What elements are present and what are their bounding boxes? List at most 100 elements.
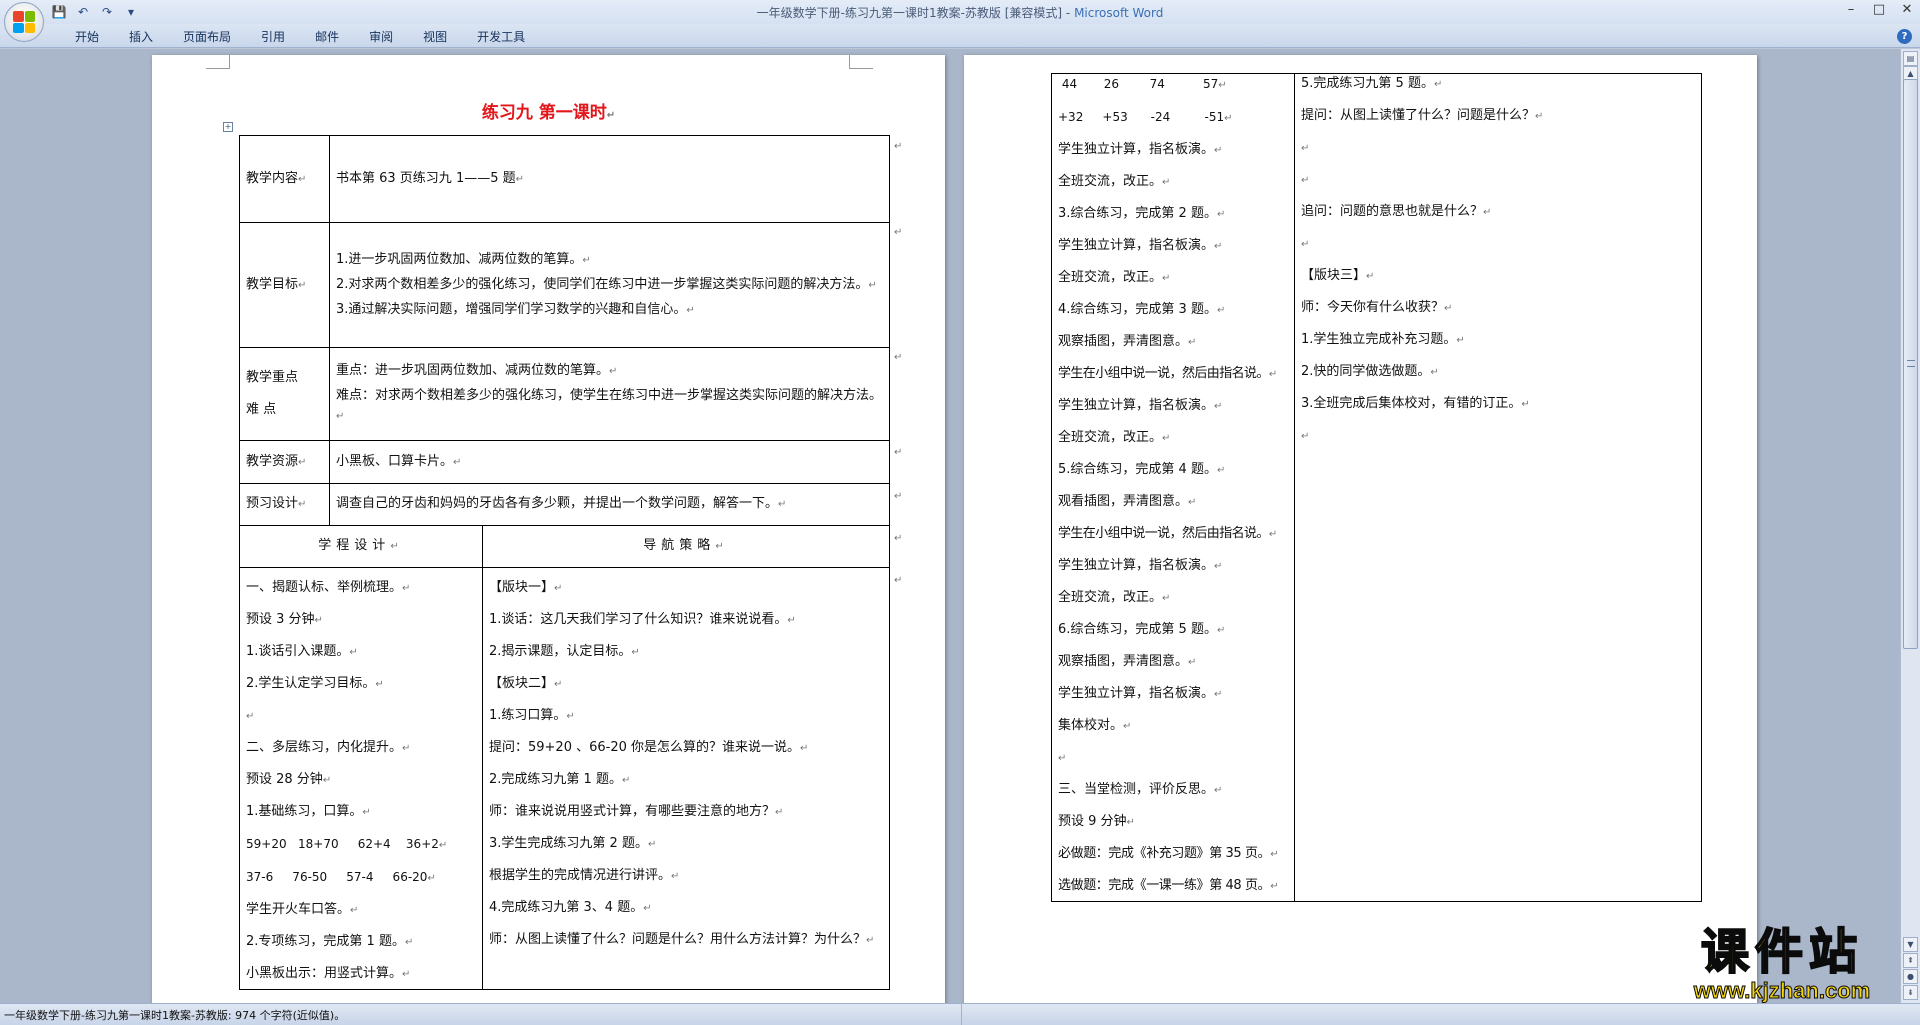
paragraph: 2.学生认定学习目标。↵ — [246, 676, 384, 691]
ruler-toggle-icon[interactable]: ▤ — [1903, 51, 1918, 66]
paragraph: 3.学生完成练习九第 2 题。↵ — [489, 836, 657, 851]
header-learning-design: 学程设计↵ — [239, 525, 483, 568]
header-navigation-strategy: 导航策略↵ — [482, 525, 890, 568]
app-name: Microsoft Word — [1074, 6, 1164, 20]
navigation-strategy-cell[interactable]: 5.完成练习九第 5 题。↵ 提问：从图上读懂了什么？问题是什么？↵ ↵ ↵ 追… — [1294, 73, 1702, 902]
info-value[interactable]: 调查自己的牙齿和妈妈的牙齿各有多少颗，并提出一个数学问题，解答一下。↵ — [329, 483, 890, 526]
paragraph: 观看插图，弄清图意。↵ — [1058, 494, 1197, 509]
ribbon-tabs: 开始 插入 页面布局 引用 邮件 审阅 视图 开发工具 — [60, 29, 540, 45]
paragraph: 学生在小组中说一说，然后由指名说。↵ — [1058, 366, 1277, 381]
info-row-preview: 预习设计↵ 调查自己的牙齿和妈妈的牙齿各有多少颗，并提出一个数学问题，解答一下。… — [239, 483, 890, 526]
info-row-goals: 教学目标↵ 1.进一步巩固两位数加、减两位数的笔算。↵ 2.对求两个数相差多少的… — [239, 222, 890, 348]
paragraph: 4.完成练习九第 3、4 题。↵ — [489, 900, 652, 915]
tab-mailings[interactable]: 邮件 — [300, 29, 354, 45]
scrollbar-thumb[interactable] — [1903, 79, 1918, 649]
paragraph: 全班交流，改正。↵ — [1058, 430, 1171, 445]
paragraph: ↵ — [1301, 431, 1310, 442]
paragraph: 师：谁来说说用竖式计算，有哪些要注意的地方？↵ — [489, 804, 784, 819]
paragraph: 1.谈话引入课题。↵ — [246, 644, 358, 659]
lesson-plan-table: 学程设计↵ 导航策略↵ 一、揭题认标、举例梳理。↵ 预设 3 分钟↵ 1.谈话引… — [239, 525, 890, 990]
tab-page-layout[interactable]: 页面布局 — [168, 29, 246, 45]
vertical-scrollbar[interactable]: ▤ ▲ ▼ ⇞ ● ⇟ — [1900, 49, 1920, 1003]
paragraph: ↵ — [1301, 239, 1310, 250]
paragraph: +32 +53 -24 -51↵ — [1058, 110, 1233, 124]
window-title: 一年级数学下册-练习九第一课时1教案-苏教版 [兼容模式] - Microsof… — [0, 4, 1920, 21]
info-label: 预习设计↵ — [239, 483, 330, 526]
row-end-mark: ↵ — [894, 352, 903, 363]
info-value[interactable]: 书本第 63 页练习九 1——5 题↵ — [329, 135, 890, 223]
paragraph: 37-6 76-50 57-4 66-20↵ — [246, 870, 436, 884]
paragraph: 全班交流，改正。↵ — [1058, 590, 1171, 605]
info-label: 教学内容↵ — [239, 135, 330, 223]
tab-view[interactable]: 视图 — [408, 29, 462, 45]
paragraph: 预设 28 分钟↵ — [246, 772, 332, 787]
tab-developer[interactable]: 开发工具 — [462, 29, 540, 45]
paragraph: 观察插图，弄清图意。↵ — [1058, 654, 1197, 669]
document-area[interactable]: 练习九 第一课时↵ + 教学内容↵ 书本第 63 页练习九 1——5 题↵ 教学… — [0, 49, 1900, 1003]
learning-design-cell[interactable]: 一、揭题认标、举例梳理。↵ 预设 3 分钟↵ 1.谈话引入课题。↵ 2.学生认定… — [239, 567, 483, 990]
navigation-strategy-cell[interactable]: 【版块一】↵ 1.谈话：这几天我们学习了什么知识？谁来说说看。↵ 2.揭示课题，… — [482, 567, 890, 990]
margin-corner — [849, 55, 873, 69]
tab-insert[interactable]: 插入 — [114, 29, 168, 45]
paragraph: 小黑板出示：用竖式计算。↵ — [246, 966, 411, 981]
paragraph: 59+20 18+70 62+4 36+2↵ — [246, 837, 448, 851]
paragraph: 【板块二】↵ — [489, 676, 563, 691]
paragraph: 6.综合练习，完成第 5 题。↵ — [1058, 622, 1226, 637]
ribbon: 开始 插入 页面布局 引用 邮件 审阅 视图 开发工具 ? — [0, 24, 1920, 48]
office-button[interactable] — [4, 2, 44, 42]
paragraph: 3.全班完成后集体校对，有错的订正。↵ — [1301, 396, 1530, 411]
title-bar: 💾 ↶ ↷ ▾ 一年级数学下册-练习九第一课时1教案-苏教版 [兼容模式] - … — [0, 0, 1920, 24]
paragraph: 三、当堂检测，评价反思。↵ — [1058, 782, 1223, 797]
tab-review[interactable]: 审阅 — [354, 29, 408, 45]
row-end-mark: ↵ — [894, 533, 903, 544]
help-icon[interactable]: ? — [1897, 29, 1912, 44]
watermark-text: 课件站 — [1700, 924, 1863, 980]
page-2[interactable]: 44 26 74 57↵ +32 +53 -24 -51↵ 学生独立计算，指名板… — [964, 55, 1757, 1003]
paragraph: 追问：问题的意思也就是什么？↵ — [1301, 204, 1492, 219]
tab-home[interactable]: 开始 — [60, 29, 114, 45]
info-row-content: 教学内容↵ 书本第 63 页练习九 1——5 题↵ — [239, 135, 890, 223]
paragraph: 选做题：完成《一课一练》第 48 页。↵ — [1058, 878, 1279, 893]
close-icon[interactable]: ✕ — [1900, 2, 1914, 17]
watermark-logo: 课件站 www.kjzhan.com — [1666, 924, 1898, 1004]
status-word-count[interactable]: 一年级数学下册-练习九第一课时1教案-苏教版: 974 个字符(近似值)。 — [4, 1007, 345, 1023]
paragraph: 全班交流，改正。↵ — [1058, 174, 1171, 189]
paragraph: 学生独立计算，指名板演。↵ — [1058, 142, 1223, 157]
table-move-handle-icon[interactable]: + — [223, 122, 233, 132]
scroll-down-icon[interactable]: ▼ — [1903, 937, 1918, 952]
paragraph: 学生独立计算，指名板演。↵ — [1058, 238, 1223, 253]
previous-page-icon[interactable]: ⇞ — [1903, 953, 1918, 968]
row-end-mark: ↵ — [894, 447, 903, 458]
learning-design-cell[interactable]: 44 26 74 57↵ +32 +53 -24 -51↵ 学生独立计算，指名板… — [1051, 73, 1295, 902]
info-label: 教学资源↵ — [239, 440, 330, 484]
lesson-info-table: 教学内容↵ 书本第 63 页练习九 1——5 题↵ 教学目标↵ 1.进一步巩固两… — [239, 135, 890, 526]
paragraph: 【版块一】↵ — [489, 580, 563, 595]
paragraph: 1.基础练习，口算。↵ — [246, 804, 371, 819]
paragraph: 根据学生的完成情况进行讲评。↵ — [489, 868, 680, 883]
paragraph: ↵ — [1058, 753, 1067, 764]
paragraph: 学生独立计算，指名板演。↵ — [1058, 398, 1223, 413]
paragraph: 提问：从图上读懂了什么？问题是什么？↵ — [1301, 108, 1544, 123]
minimize-icon[interactable]: – — [1844, 2, 1858, 17]
paragraph: 1.学生独立完成补充习题。↵ — [1301, 332, 1465, 347]
page-1[interactable]: 练习九 第一课时↵ + 教学内容↵ 书本第 63 页练习九 1——5 题↵ 教学… — [152, 55, 945, 1003]
info-value[interactable]: 小黑板、口算卡片。↵ — [329, 440, 890, 484]
paragraph: 预设 3 分钟↵ — [246, 612, 323, 627]
paragraph: 一、揭题认标、举例梳理。↵ — [246, 580, 411, 595]
paragraph: 44 26 74 57↵ — [1058, 77, 1227, 91]
watermark-url: www.kjzhan.com — [1693, 978, 1871, 1004]
select-browse-object-icon[interactable]: ● — [1903, 969, 1918, 984]
info-label: 教学目标↵ — [239, 222, 330, 348]
status-bar: 一年级数学下册-练习九第一课时1教案-苏教版: 974 个字符(近似值)。 — [0, 1003, 1920, 1025]
tab-references[interactable]: 引用 — [246, 29, 300, 45]
next-page-icon[interactable]: ⇟ — [1903, 985, 1918, 1000]
paragraph: 学生独立计算，指名板演。↵ — [1058, 686, 1223, 701]
paragraph: ↵ — [1301, 175, 1310, 186]
row-end-mark: ↵ — [894, 141, 903, 152]
document-title: 一年级数学下册-练习九第一课时1教案-苏教版 [兼容模式] - — [756, 6, 1075, 20]
restore-icon[interactable]: □ — [1872, 2, 1886, 17]
margin-corner — [206, 55, 230, 69]
window-controls: – □ ✕ — [1844, 2, 1914, 17]
info-value[interactable]: 重点：进一步巩固两位数加、减两位数的笔算。↵ 难点：对求两个数相差多少的强化练习… — [329, 347, 890, 441]
info-value[interactable]: 1.进一步巩固两位数加、减两位数的笔算。↵ 2.对求两个数相差多少的强化练习，使… — [329, 222, 890, 348]
